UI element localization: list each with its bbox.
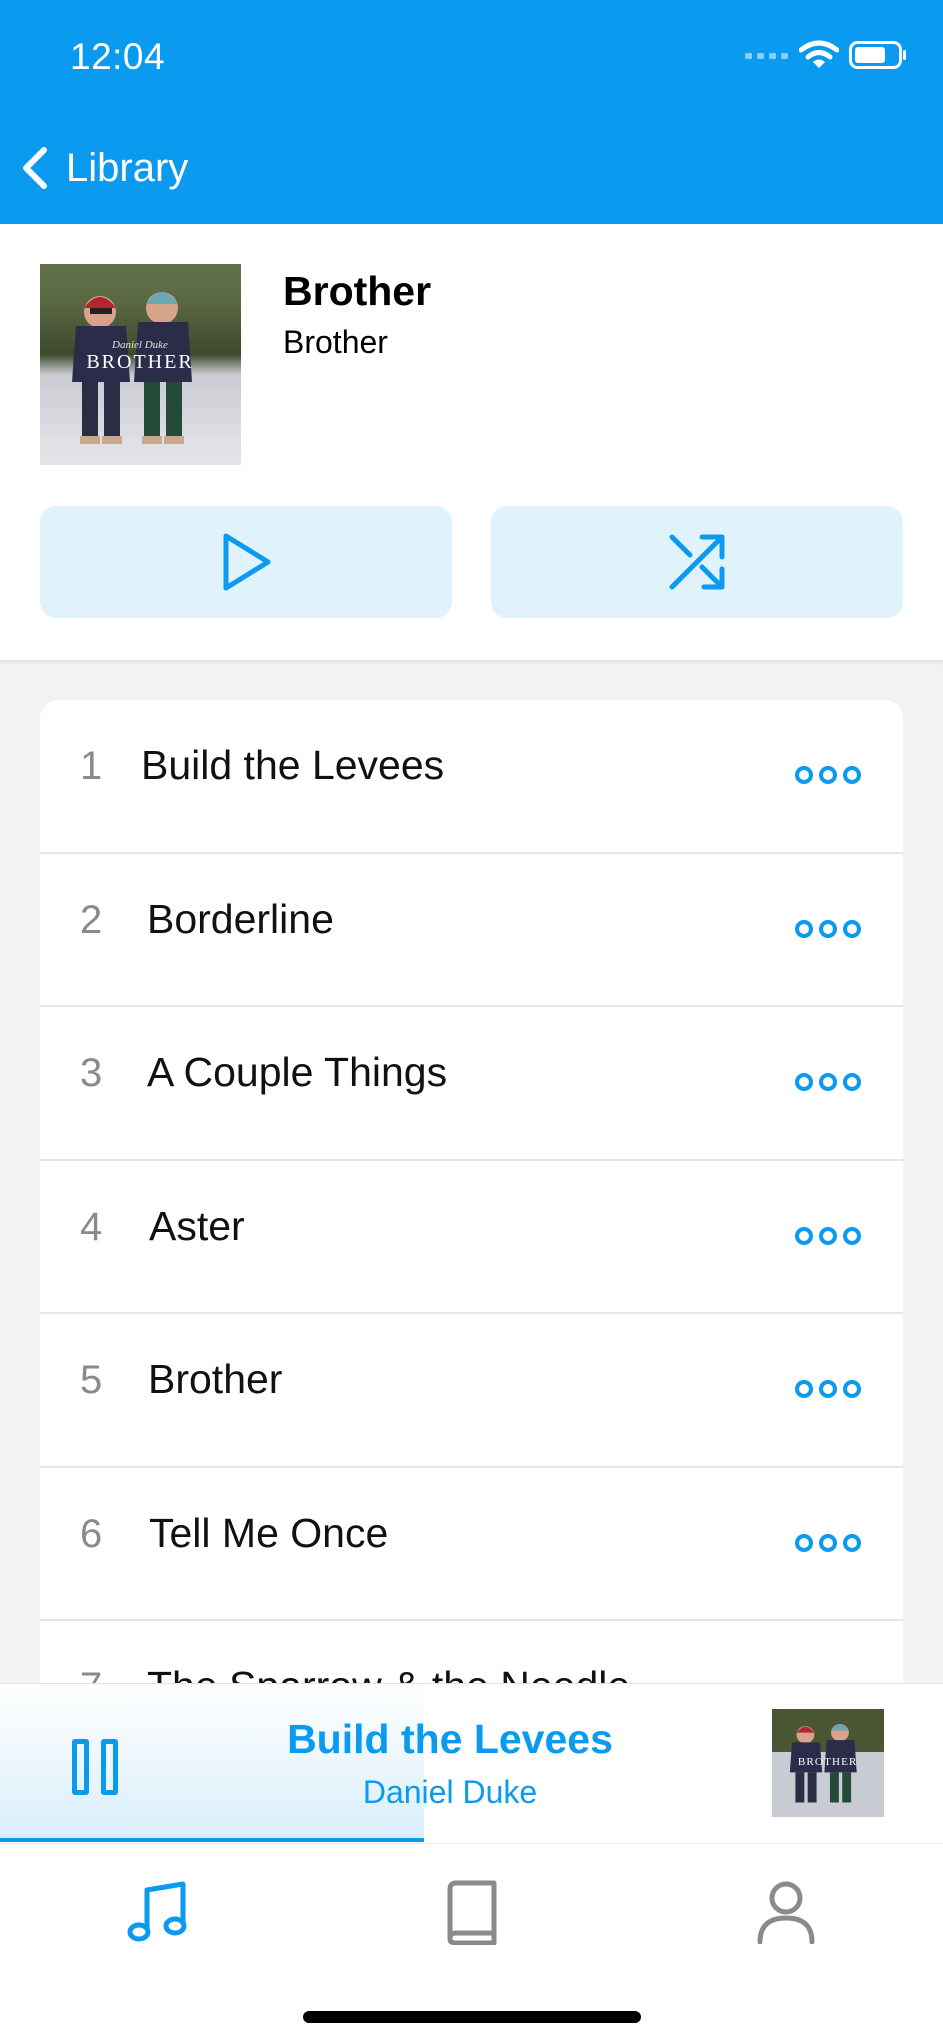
home-indicator (303, 2011, 641, 2023)
music-icon (127, 1881, 187, 1942)
more-options-icon[interactable] (795, 918, 861, 940)
track-title: A Couple Things (147, 1049, 448, 1095)
track-title: Brother (148, 1356, 283, 1402)
track-number: 5 (80, 1358, 103, 1402)
signal-icon (745, 53, 788, 59)
more-options-icon[interactable] (795, 1225, 861, 1247)
progress-bar[interactable] (0, 1838, 424, 1842)
track-row[interactable]: 7 The Sparrow & the Needle (40, 1621, 903, 1684)
svg-text:BROTHER: BROTHER (798, 1756, 858, 1768)
now-playing-title: Build the Levees (287, 1716, 613, 1762)
album-title: Brother (283, 268, 432, 314)
tab-profile[interactable] (741, 1872, 831, 1952)
play-icon (223, 533, 271, 591)
more-options-icon[interactable] (795, 1532, 861, 1554)
now-playing-cover[interactable]: BROTHER (772, 1709, 884, 1817)
track-row[interactable]: 3 A Couple Things (40, 1007, 903, 1161)
mini-player[interactable]: Build the Levees Daniel Duke BROTHER (0, 1683, 943, 1843)
book-icon (447, 1880, 497, 1945)
battery-icon (849, 41, 906, 69)
back-button[interactable]: Library (18, 140, 188, 196)
track-row[interactable]: 1 Build the Levees (40, 700, 903, 854)
play-button[interactable] (40, 506, 452, 618)
track-row[interactable]: 4 Aster (40, 1161, 903, 1314)
track-list: 1 Build the Levees 2 Borderline 3 A Coup… (40, 700, 903, 1684)
status-icons (745, 40, 907, 70)
album-header: Daniel Duke BROTHER Brother Brother (0, 224, 943, 660)
album-cover: Daniel Duke BROTHER (40, 264, 241, 465)
track-row[interactable]: 5 Brother (40, 1314, 903, 1468)
track-title: Build the Levees (141, 742, 445, 788)
svg-text:BROTHER: BROTHER (86, 351, 193, 373)
wifi-icon (799, 40, 839, 68)
tab-bar (0, 1843, 943, 2042)
tab-music[interactable] (112, 1872, 202, 1952)
track-number: 6 (80, 1511, 103, 1556)
track-number: 1 (80, 744, 103, 788)
app-header: 12:04 Library (0, 0, 943, 224)
track-row[interactable]: 6 Tell Me Once (40, 1468, 903, 1621)
track-number: 3 (80, 1051, 103, 1095)
shuffle-button[interactable] (491, 506, 903, 618)
track-number: 7 (80, 1665, 102, 1684)
more-options-icon[interactable] (795, 764, 861, 786)
tab-library[interactable] (427, 1872, 517, 1952)
album-artist: Brother (283, 324, 388, 360)
track-row[interactable]: 2 Borderline (40, 854, 903, 1007)
track-number: 2 (80, 897, 103, 942)
shuffle-icon (669, 534, 725, 590)
person-icon (757, 1881, 815, 1944)
track-title: Tell Me Once (149, 1509, 389, 1556)
track-title: Borderline (147, 895, 334, 942)
track-number: 4 (80, 1204, 103, 1249)
status-time: 12:04 (70, 36, 166, 77)
more-options-icon[interactable] (795, 1378, 861, 1400)
more-options-icon[interactable] (795, 1071, 861, 1093)
track-title: Aster (149, 1202, 245, 1249)
back-label: Library (66, 145, 189, 190)
now-playing-artist: Daniel Duke (362, 1774, 538, 1810)
svg-text:Daniel Duke: Daniel Duke (111, 339, 168, 351)
chevron-left-icon (23, 147, 47, 189)
track-title: The Sparrow & the Needle (147, 1663, 630, 1684)
